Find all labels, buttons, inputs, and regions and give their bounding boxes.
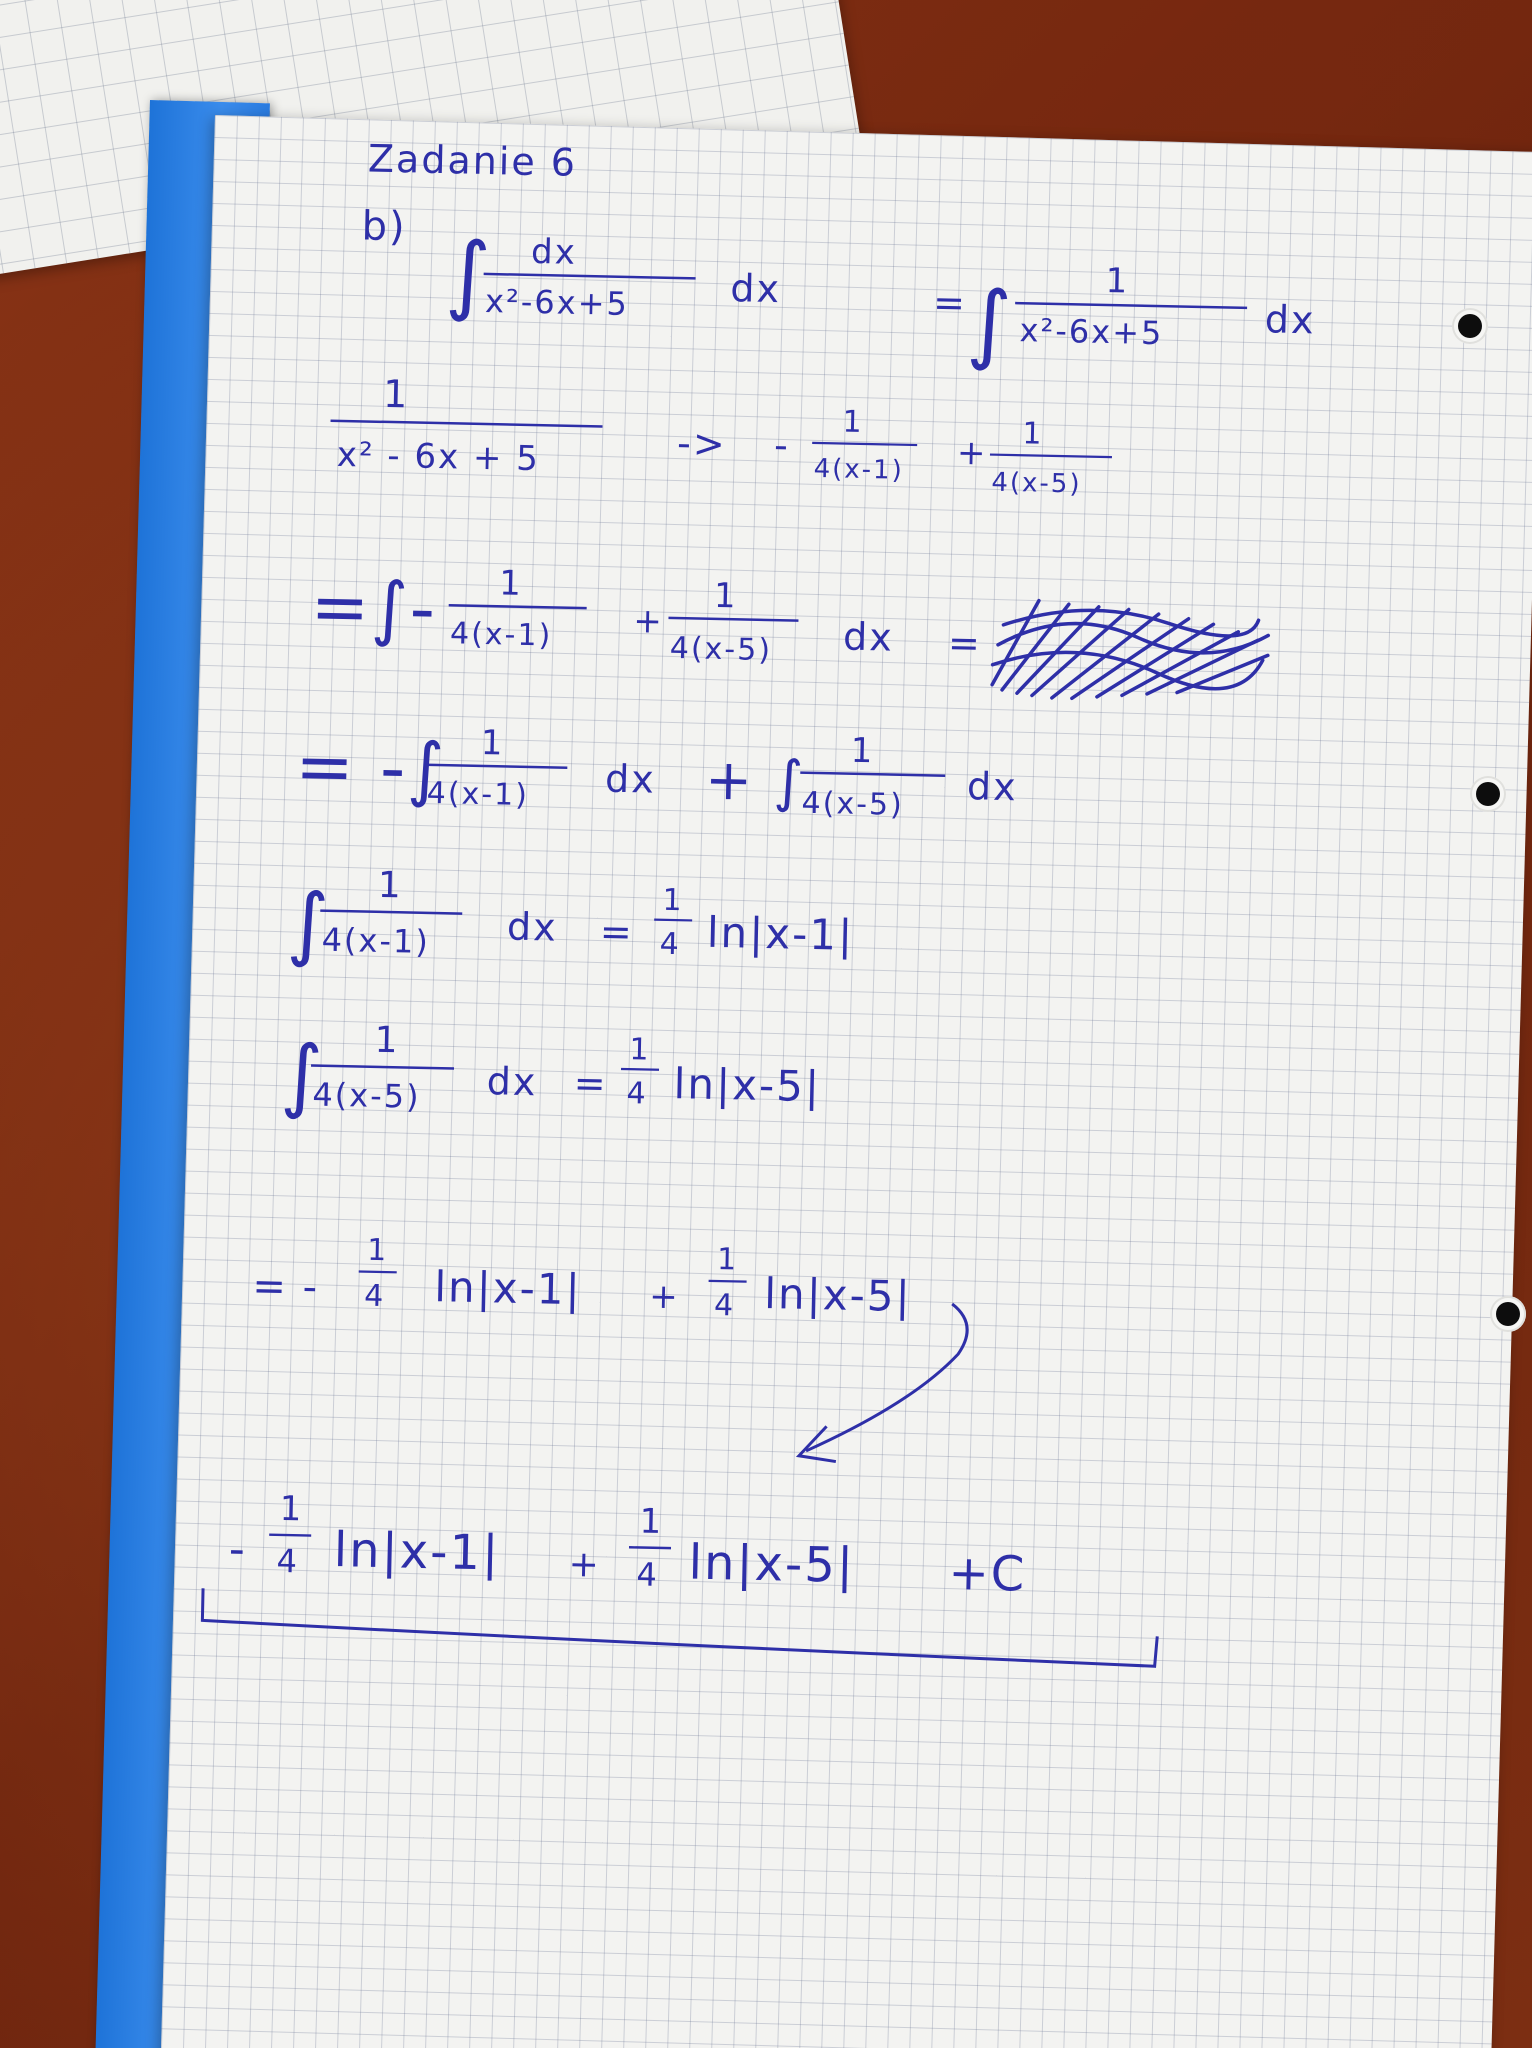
plus-sign: + xyxy=(633,601,664,642)
line-4: = -∫ 1 4(x-1) dx + ∫ 1 4(x-5) dx xyxy=(294,723,1019,823)
plus-sign: + xyxy=(957,433,988,474)
fraction-bar xyxy=(330,419,603,428)
fraction-denominator: x² - 6x + 5 xyxy=(336,435,540,479)
term1-numerator: 1 xyxy=(480,723,504,763)
log-expression: ln|x-1| xyxy=(706,908,854,960)
equals-minus: = - xyxy=(252,1263,320,1310)
term2-numerator: 1 xyxy=(1022,416,1044,451)
arrow-curve xyxy=(805,1302,969,1453)
equals-sign: = xyxy=(933,280,968,325)
dx-text: dx xyxy=(1264,297,1316,342)
implies-arrow: -> xyxy=(677,421,727,466)
line-1: ∫ dx x²-6x+5 dx = ∫ 1 x²-6x+5 dx xyxy=(445,224,1316,374)
dx-text: dx xyxy=(605,757,657,802)
fraction-bar xyxy=(1015,301,1248,310)
integration-constant: +C xyxy=(948,1545,1027,1603)
equals-sign: = xyxy=(599,910,634,955)
log-expression: ln|x-1| xyxy=(333,1522,501,1581)
coefficient-denominator: 4 xyxy=(636,1555,659,1593)
log-expression: ln|x-5| xyxy=(688,1535,856,1594)
part-label: b) xyxy=(361,203,407,250)
fraction-denominator: 4(x-1) xyxy=(321,921,430,961)
coefficient-numerator: 1 xyxy=(629,1032,651,1067)
coefficient-denominator: 4 xyxy=(659,927,681,962)
plus-integral: + ∫ xyxy=(704,748,805,815)
line-2: 1 x² - 6x + 5 -> - 1 4(x-1) + 1 4(x-5) xyxy=(330,372,1112,500)
dx-text: dx xyxy=(730,266,782,311)
coefficient-numerator: 1 xyxy=(367,1233,389,1268)
line-6: ∫ 1 4(x-5) dx = 1 4 ln|x-5| xyxy=(280,1020,822,1122)
fraction-bar xyxy=(320,909,463,915)
plus-sign: + xyxy=(649,1277,680,1318)
dx-text: dx xyxy=(507,905,559,950)
fraction-bar xyxy=(628,1546,672,1550)
coefficient-denominator: 4 xyxy=(626,1076,648,1111)
plus-sign: + xyxy=(568,1544,601,1586)
fraction-bar xyxy=(989,453,1112,459)
fraction-denominator: x²-6x+5 xyxy=(1019,311,1164,352)
fraction-bar xyxy=(425,763,568,770)
dx-text: dx xyxy=(967,764,1019,809)
log-expression: ln|x-5| xyxy=(764,1269,912,1321)
line-5: ∫ 1 4(x-1) dx = 1 4 ln|x-1| xyxy=(286,865,855,970)
line-7: = - 1 4 ln|x-1| + 1 4 ln|x-5| xyxy=(252,1233,969,1464)
minus-sign: - xyxy=(228,1524,247,1575)
fraction-numerator: 1 xyxy=(377,865,403,907)
fraction-bar xyxy=(800,771,946,777)
dx-text: dx xyxy=(486,1059,538,1104)
coefficient-numerator: 1 xyxy=(639,1501,663,1541)
fraction-denominator: 4(x-5) xyxy=(312,1076,421,1116)
scribbled-out-text xyxy=(990,598,1270,701)
integral-sign: ∫ xyxy=(966,273,1015,374)
fraction-bar xyxy=(654,918,693,922)
heading-text: Zadanie 6 xyxy=(368,136,578,184)
coefficient-numerator: 1 xyxy=(662,883,684,918)
fraction-numerator: dx xyxy=(531,232,578,273)
fraction-numerator: 1 xyxy=(1105,261,1129,301)
term2-denominator: 4(x-5) xyxy=(801,786,904,823)
fraction-denominator: x²-6x+5 xyxy=(485,282,630,323)
equals-integral-minus: =∫- xyxy=(310,565,438,650)
fraction-bar xyxy=(668,616,799,622)
log-expression: ln|x-1| xyxy=(434,1262,582,1314)
term2-numerator: 1 xyxy=(850,731,874,771)
term2-denominator: 4(x-5) xyxy=(669,631,772,668)
term2-denominator: 4(x-5) xyxy=(991,468,1082,500)
coefficient-numerator: 1 xyxy=(279,1489,303,1529)
fraction-bar xyxy=(311,1064,455,1070)
equals-sign: = xyxy=(948,621,983,666)
term1-denominator: 4(x-1) xyxy=(426,776,529,813)
fraction-bar xyxy=(621,1067,660,1071)
coefficient-denominator: 4 xyxy=(276,1542,299,1580)
fraction-bar xyxy=(448,604,587,610)
term1-numerator: 1 xyxy=(499,563,523,603)
fraction-bar xyxy=(358,1270,397,1274)
term1-denominator: 4(x-1) xyxy=(450,616,553,653)
term2-numerator: 1 xyxy=(714,576,738,616)
arrow-head xyxy=(795,1425,837,1464)
dx-text: dx xyxy=(843,615,895,660)
equals-minus-integral: = -∫ xyxy=(294,725,446,810)
fraction-bar xyxy=(269,1533,312,1537)
fraction-numerator: 1 xyxy=(374,1020,400,1062)
minus-sign: - xyxy=(774,423,791,467)
equals-sign: = xyxy=(573,1061,608,1106)
coefficient-denominator: 4 xyxy=(364,1279,386,1314)
fraction-numerator: 1 xyxy=(383,372,410,417)
line-3: =∫- 1 4(x-1) + 1 4(x-5) dx = xyxy=(310,563,1270,701)
coefficient-numerator: 1 xyxy=(717,1242,739,1277)
fraction-bar xyxy=(812,441,918,447)
term1-numerator: 1 xyxy=(842,404,864,439)
term1-denominator: 4(x-1) xyxy=(813,454,904,486)
fraction-bar xyxy=(483,272,696,280)
photo-scene: Zadanie 6 b) ∫ dx x²-6x+5 dx = ∫ 1 x²-6x… xyxy=(0,0,1532,2048)
final-answer: - 1 4 ln|x-1| + 1 4 ln|x-5| +C xyxy=(200,1489,1159,1668)
coefficient-denominator: 4 xyxy=(714,1288,736,1323)
handwritten-math: Zadanie 6 b) ∫ dx x²-6x+5 dx = ∫ 1 x²-6x… xyxy=(200,136,1316,1668)
fraction-bar xyxy=(708,1279,747,1283)
log-expression: ln|x-5| xyxy=(673,1059,821,1111)
